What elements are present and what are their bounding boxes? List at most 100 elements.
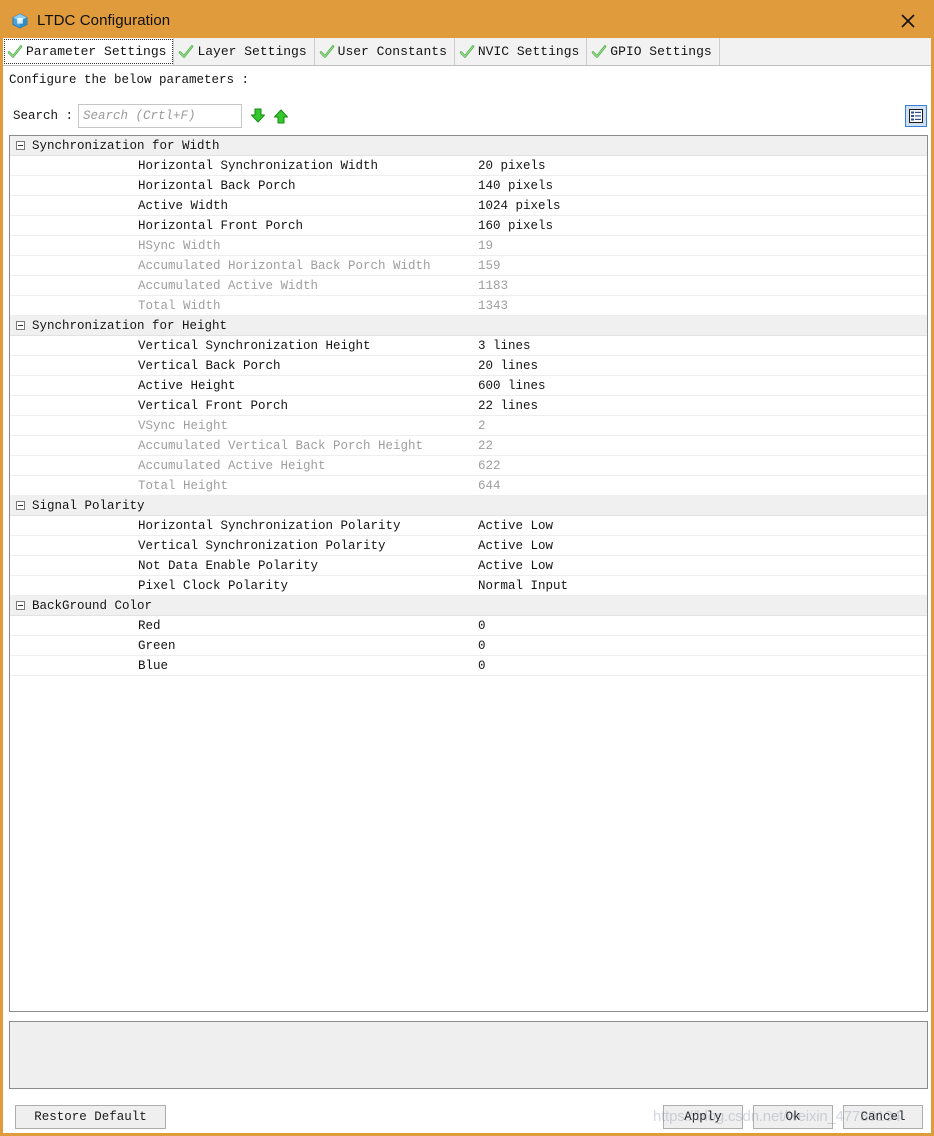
green-check-icon xyxy=(319,44,335,60)
parameter-value[interactable]: 0 xyxy=(478,639,486,653)
arrow-up-icon[interactable] xyxy=(272,107,290,125)
tab-gpio-settings[interactable]: GPIO Settings xyxy=(587,38,720,65)
close-icon[interactable] xyxy=(885,3,931,38)
parameter-value[interactable]: Active Low xyxy=(478,559,553,573)
button-bar: Restore Default Apply Ok Cancel xyxy=(3,1096,931,1133)
parameter-name: Green xyxy=(138,638,176,653)
cube-icon xyxy=(11,12,29,30)
parameter-value[interactable]: 1024 pixels xyxy=(478,199,561,213)
tree-parameter-row[interactable]: Horizontal Synchronization Polarity Activ… xyxy=(10,516,927,536)
apply-button[interactable]: Apply xyxy=(663,1105,743,1129)
parameter-name: Accumulated Horizontal Back Porch Width xyxy=(138,258,431,273)
tree-parameter-row: Total Width 1343 xyxy=(10,296,927,316)
restore-default-button[interactable]: Restore Default xyxy=(15,1105,166,1129)
parameter-name: Vertical Front Porch xyxy=(138,398,289,413)
parameter-value[interactable]: 140 pixels xyxy=(478,179,553,193)
tree-parameter-row[interactable]: Pixel Clock Polarity Normal Input xyxy=(10,576,927,596)
green-check-icon xyxy=(591,44,607,60)
tree-parameter-row[interactable]: Active Height 600 lines xyxy=(10,376,927,396)
collapse-icon[interactable] xyxy=(16,601,25,610)
parameter-value[interactable]: 22 lines xyxy=(478,399,538,413)
arrow-down-icon[interactable] xyxy=(249,107,267,125)
tab-parameter-settings[interactable]: Parameter Settings xyxy=(3,38,175,65)
collapse-icon[interactable] xyxy=(16,141,25,150)
tab-layer-settings[interactable]: Layer Settings xyxy=(174,38,315,65)
tree-group-label: BackGround Color xyxy=(32,598,153,613)
tab-strip-filler xyxy=(719,38,931,65)
tree-parameter-row[interactable]: Active Width 1024 pixels xyxy=(10,196,927,216)
parameter-name: Active Width xyxy=(138,198,229,213)
tree-group-row[interactable]: Synchronization for Height xyxy=(10,316,927,336)
parameter-name: Accumulated Vertical Back Porch Height xyxy=(138,438,424,453)
tree-parameter-row[interactable]: Horizontal Synchronization Width 20 pixel… xyxy=(10,156,927,176)
tree-group-row[interactable]: BackGround Color xyxy=(10,596,927,616)
tab-nvic-settings[interactable]: NVIC Settings xyxy=(454,38,588,65)
parameter-value: 644 xyxy=(478,478,501,493)
tree-parameter-row[interactable]: Vertical Synchronization Polarity Active … xyxy=(10,536,927,556)
parameter-value[interactable]: 600 lines xyxy=(478,379,546,393)
parameter-value: 19 xyxy=(478,238,494,253)
search-input[interactable] xyxy=(78,104,242,128)
parameter-name: Vertical Synchronization Polarity xyxy=(138,538,386,553)
parameter-value[interactable]: Active Low xyxy=(478,539,553,553)
tab-label: GPIO Settings xyxy=(610,44,712,59)
parameter-name: Blue xyxy=(138,658,169,673)
tree-parameter-row[interactable]: Horizontal Front Porch 160 pixels xyxy=(10,216,927,236)
ok-button[interactable]: Ok xyxy=(753,1105,833,1129)
parameter-name: Horizontal Synchronization Polarity xyxy=(138,518,401,533)
tree-parameter-row[interactable]: Vertical Front Porch 22 lines xyxy=(10,396,927,416)
parameter-name: Accumulated Active Width xyxy=(138,278,319,293)
tab-user-constants[interactable]: User Constants xyxy=(314,38,455,65)
parameter-value[interactable]: 3 lines xyxy=(478,339,531,353)
green-check-icon xyxy=(178,44,194,60)
parameter-name: Total Height xyxy=(138,478,229,493)
tree-parameter-row[interactable]: Vertical Back Porch 20 lines xyxy=(10,356,927,376)
collapse-icon[interactable] xyxy=(16,501,25,510)
parameter-tree[interactable]: Synchronization for Width Horizontal Sync… xyxy=(9,135,928,1012)
parameter-name: Horizontal Synchronization Width xyxy=(138,158,379,173)
description-panel xyxy=(9,1021,928,1089)
title-bar: LTDC Configuration xyxy=(3,3,931,38)
parameter-value[interactable]: 0 xyxy=(478,619,486,633)
tree-parameter-row[interactable]: Horizontal Back Porch 140 pixels xyxy=(10,176,927,196)
cancel-button[interactable]: Cancel xyxy=(843,1105,923,1129)
tree-parameter-row: Total Height 644 xyxy=(10,476,927,496)
parameter-value: 2 xyxy=(478,418,486,433)
parameter-name: Accumulated Active Height xyxy=(138,458,326,473)
tree-group-label: Synchronization for Height xyxy=(32,318,228,333)
parameter-name: Active Height xyxy=(138,378,236,393)
collapse-icon[interactable] xyxy=(16,321,25,330)
parameter-value[interactable]: Normal Input xyxy=(478,579,568,593)
tab-label: NVIC Settings xyxy=(477,44,580,59)
tree-group-row[interactable]: Synchronization for Width xyxy=(10,136,927,156)
tree-parameter-row[interactable]: Red 0 xyxy=(10,616,927,636)
tree-parameter-row[interactable]: Not Data Enable Polarity Active Low xyxy=(10,556,927,576)
list-view-icon[interactable] xyxy=(905,105,927,127)
parameter-name: VSync Height xyxy=(138,418,229,433)
parameter-value[interactable]: 0 xyxy=(478,659,486,673)
tab-label: Layer Settings xyxy=(197,44,307,59)
parameter-name: Vertical Synchronization Height xyxy=(138,338,371,353)
parameter-value: 22 xyxy=(478,438,494,453)
parameter-name: Pixel Clock Polarity xyxy=(138,578,289,593)
tree-parameter-row[interactable]: Green 0 xyxy=(10,636,927,656)
parameter-value[interactable]: Active Low xyxy=(478,519,553,533)
tree-parameter-row[interactable]: Blue 0 xyxy=(10,656,927,676)
search-label: Search : xyxy=(13,109,74,123)
tab-strip: Parameter Settings Layer Settings User C… xyxy=(3,38,931,66)
tree-parameter-row: Accumulated Active Width 1183 xyxy=(10,276,927,296)
parameter-value[interactable]: 160 pixels xyxy=(478,219,553,233)
tree-parameter-row: Accumulated Vertical Back Porch Height 22 xyxy=(10,436,927,456)
window-title: LTDC Configuration xyxy=(37,12,171,29)
instruction-text: Configure the below parameters : xyxy=(9,73,250,87)
parameter-name: Total Width xyxy=(138,298,221,313)
tree-parameter-row[interactable]: Vertical Synchronization Height 3 lines xyxy=(10,336,927,356)
search-row: Search : xyxy=(3,103,931,131)
tree-group-row[interactable]: Signal Polarity xyxy=(10,496,927,516)
parameter-name: Horizontal Back Porch xyxy=(138,178,296,193)
parameter-value[interactable]: 20 lines xyxy=(478,359,538,373)
parameter-value[interactable]: 20 pixels xyxy=(478,159,546,173)
parameter-value: 159 xyxy=(478,258,501,273)
tree-group-label: Synchronization for Width xyxy=(32,138,220,153)
green-check-icon xyxy=(459,44,475,60)
